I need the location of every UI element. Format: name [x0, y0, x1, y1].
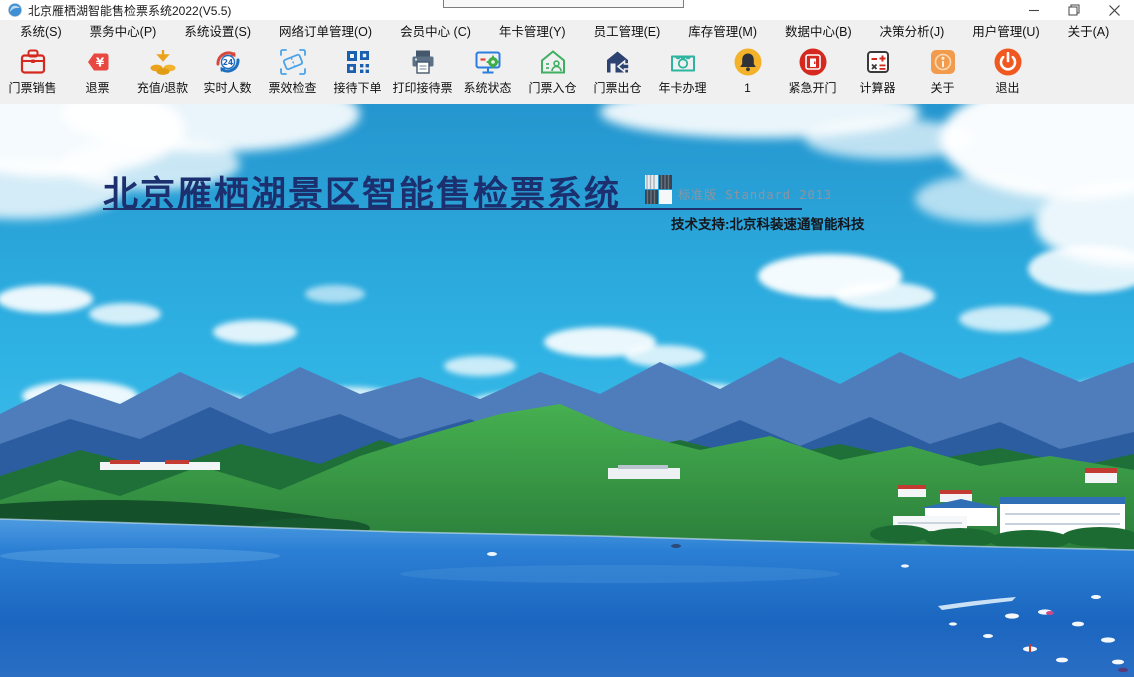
app-globe-icon	[8, 3, 22, 17]
tool-calculator[interactable]: 计算器	[847, 46, 908, 94]
tool-reception-order[interactable]: 接待下单	[327, 46, 388, 94]
menu-about[interactable]: 关于(A)	[1054, 21, 1124, 40]
close-button[interactable]	[1094, 0, 1134, 20]
menu-data-center[interactable]: 数据中心(B)	[771, 21, 866, 40]
tool-label: 年卡办理	[658, 82, 706, 94]
tool-system-status[interactable]: 系统状态	[457, 46, 518, 94]
calculator-icon	[862, 46, 894, 78]
tool-label: 退出	[995, 82, 1019, 94]
hero-photo-area: 北京雁栖湖景区智能售检票系统 标准版 Standard 2013 技术支持:北京…	[0, 104, 1134, 677]
tool-exit[interactable]: 退出	[977, 46, 1038, 94]
tool-label: 实时人数	[203, 82, 251, 94]
refund-tag-icon: ¥	[82, 46, 114, 78]
minimize-button[interactable]	[1014, 0, 1054, 20]
menu-staff[interactable]: 员工管理(E)	[580, 21, 675, 40]
bell-icon	[732, 46, 764, 78]
title-bar: 北京雁栖湖智能售检票系统2022(V5.5)	[0, 0, 1134, 20]
menu-system[interactable]: 系统(S)	[6, 21, 76, 40]
menu-annual-card[interactable]: 年卡管理(Y)	[485, 21, 580, 40]
tool-realtime-count[interactable]: 24 实时人数	[197, 46, 258, 94]
annual-card-icon	[667, 46, 699, 78]
restore-button[interactable]	[1054, 0, 1094, 20]
window-controls	[1014, 0, 1134, 20]
cutoff-popup-box	[443, 0, 684, 8]
ticket-scan-icon	[277, 46, 309, 78]
tool-label: 关于	[930, 82, 954, 94]
warehouse-out-icon	[602, 46, 634, 78]
tool-label: 门票出仓	[593, 82, 641, 94]
tool-ticket-sales[interactable]: 门票销售	[2, 46, 63, 94]
realtime-24-icon: 24	[212, 46, 244, 78]
hero-support-label: 技术支持:北京科装速通智能科技	[671, 213, 865, 233]
svg-text:24: 24	[222, 58, 232, 67]
tool-ticket-validation[interactable]: 票效检查	[262, 46, 323, 94]
tool-label: 打印接待票	[392, 82, 452, 94]
emergency-door-icon	[797, 46, 829, 78]
tool-refund[interactable]: ¥ 退票	[67, 46, 128, 94]
tool-emergency-open[interactable]: 紧急开门	[782, 46, 843, 94]
tool-label: 票效检查	[268, 82, 316, 94]
tool-ticket-inbound[interactable]: 门票入仓	[522, 46, 583, 94]
tool-about[interactable]: 关于	[912, 46, 973, 94]
tool-label: 退票	[85, 82, 109, 94]
printer-icon	[407, 46, 439, 78]
menu-analytics[interactable]: 决策分析(J)	[866, 21, 959, 40]
app-window: 北京雁栖湖智能售检票系统2022(V5.5) 系统(S) 票务中心(P)	[0, 0, 1134, 677]
tool-label: 系统状态	[463, 82, 511, 94]
menu-bar: 系统(S) 票务中心(P) 系统设置(S) 网络订单管理(O) 会员中心 (C)…	[0, 20, 1134, 41]
monitor-gear-icon	[472, 46, 504, 78]
tool-label: 接待下单	[333, 82, 381, 94]
tool-label: 1	[744, 82, 751, 94]
tool-label: 紧急开门	[788, 82, 836, 94]
menu-users[interactable]: 用户管理(U)	[958, 21, 1053, 40]
menu-online-orders[interactable]: 网络订单管理(O)	[265, 21, 386, 40]
hero-edition-label: 标准版 Standard 2013	[678, 186, 832, 203]
pixel-blocks-logo-icon	[645, 175, 673, 210]
tool-label: 计算器	[859, 82, 895, 94]
ticket-booth-icon	[17, 46, 49, 78]
tool-recharge-refund[interactable]: 充值/退款	[132, 46, 193, 94]
tool-label: 门票入仓	[528, 82, 576, 94]
window-title: 北京雁栖湖智能售检票系统2022(V5.5)	[28, 2, 231, 19]
menu-system-settings[interactable]: 系统设置(S)	[170, 21, 265, 40]
menu-member-center[interactable]: 会员中心 (C)	[386, 21, 485, 40]
menu-inventory[interactable]: 库存管理(M)	[674, 21, 771, 40]
tool-label: 充值/退款	[137, 82, 188, 94]
tool-notifications[interactable]: 1	[717, 46, 778, 94]
coins-refund-icon	[147, 46, 179, 78]
power-icon	[992, 46, 1024, 78]
svg-text:¥: ¥	[95, 56, 104, 70]
tool-annual-card-service[interactable]: 年卡办理	[652, 46, 713, 94]
tool-print-reception-ticket[interactable]: 打印接待票	[392, 46, 453, 94]
toolbar: 门票销售 ¥ 退票 充值/退款	[0, 41, 1134, 108]
qr-code-icon	[342, 46, 374, 78]
tool-ticket-outbound[interactable]: 门票出仓	[587, 46, 648, 94]
menu-ticket-center[interactable]: 票务中心(P)	[76, 21, 171, 40]
tool-label: 门票销售	[8, 82, 56, 94]
warehouse-in-icon	[537, 46, 569, 78]
about-icon	[927, 46, 959, 78]
hero-underline	[103, 208, 802, 210]
